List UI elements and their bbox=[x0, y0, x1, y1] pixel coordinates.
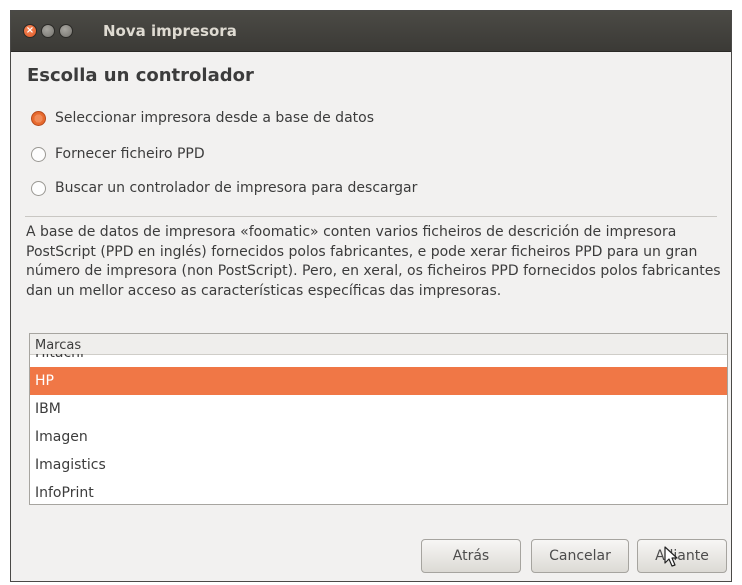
separator bbox=[25, 216, 717, 217]
list-item[interactable]: IBM bbox=[30, 395, 727, 423]
page-heading: Escolla un controlador bbox=[27, 65, 254, 86]
list-body[interactable]: Hitachi HP IBM Imagen Imagistics InfoPri… bbox=[30, 354, 727, 504]
list-item[interactable]: Imagen bbox=[30, 423, 727, 451]
back-button[interactable]: Atrás bbox=[421, 539, 521, 573]
cancel-button[interactable]: Cancelar bbox=[531, 539, 629, 573]
radio-option-database[interactable]: Seleccionar impresora desde a base de da… bbox=[31, 107, 374, 129]
radio-unchecked-icon[interactable] bbox=[31, 180, 46, 196]
list-item[interactable]: InfoPrint bbox=[30, 479, 727, 504]
radio-checked-icon[interactable] bbox=[31, 110, 46, 126]
list-item-selected[interactable]: HP bbox=[30, 367, 727, 395]
list-header[interactable]: Marcas bbox=[30, 334, 727, 355]
title-bar[interactable]: × Nova impresora bbox=[11, 11, 731, 52]
radio-label[interactable]: Seleccionar impresora desde a base de da… bbox=[55, 110, 374, 126]
window-title: Nova impresora bbox=[103, 22, 237, 40]
radio-label[interactable]: Fornecer ficheiro PPD bbox=[55, 146, 205, 162]
maximize-icon[interactable] bbox=[59, 24, 73, 38]
makes-list[interactable]: Marcas Hitachi HP IBM Imagen Imagistics … bbox=[29, 333, 728, 505]
next-button[interactable]: Adiante bbox=[637, 539, 727, 573]
close-icon[interactable]: × bbox=[23, 24, 37, 38]
radio-label[interactable]: Buscar un controlador de impresora para … bbox=[55, 180, 417, 196]
description-text: A base de datos de impresora «foomatic» … bbox=[26, 224, 721, 299]
radio-option-ppd[interactable]: Fornecer ficheiro PPD bbox=[31, 143, 205, 165]
radio-option-download[interactable]: Buscar un controlador de impresora para … bbox=[31, 177, 417, 199]
radio-unchecked-icon[interactable] bbox=[31, 146, 46, 162]
minimize-icon[interactable] bbox=[41, 24, 55, 38]
mouse-pointer-icon bbox=[664, 546, 678, 567]
list-item[interactable]: Hitachi bbox=[30, 354, 727, 367]
list-item[interactable]: Imagistics bbox=[30, 451, 727, 479]
dialog-window: × Nova impresora Escolla un controlador … bbox=[10, 10, 732, 582]
